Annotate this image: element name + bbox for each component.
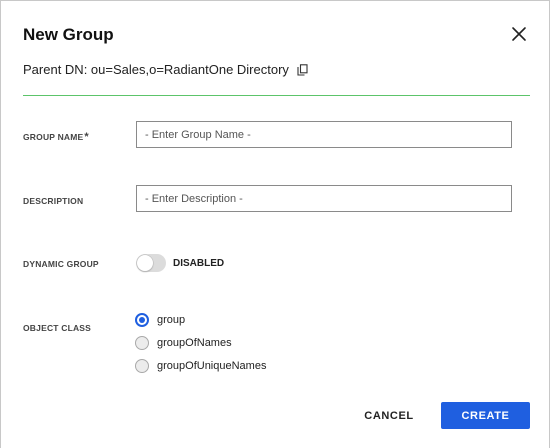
parent-dn-text: Parent DN: ou=Sales,o=RadiantOne Directo…	[23, 62, 289, 77]
radio-checked-icon	[135, 313, 149, 327]
group-name-label: GROUP NAME*	[23, 131, 89, 143]
radio-option-group-of-names[interactable]: groupOfNames	[135, 336, 232, 350]
description-label: DESCRIPTION	[23, 196, 84, 206]
close-button[interactable]	[508, 23, 530, 45]
dynamic-group-label: DYNAMIC GROUP	[23, 259, 99, 269]
header-divider	[23, 95, 530, 96]
copy-icon[interactable]	[297, 63, 308, 76]
object-class-label: OBJECT CLASS	[23, 323, 92, 333]
description-input[interactable]	[136, 185, 512, 212]
radio-label: groupOfNames	[157, 337, 232, 349]
parent-dn: Parent DN: ou=Sales,o=RadiantOne Directo…	[23, 62, 308, 77]
radio-option-group[interactable]: group	[135, 313, 185, 327]
create-button[interactable]: CREATE	[441, 402, 530, 429]
new-group-dialog: New Group Parent DN: ou=Sales,o=RadiantO…	[0, 0, 550, 448]
radio-label: group	[157, 314, 186, 326]
radio-option-group-of-unique-names[interactable]: groupOfUniqueNames	[135, 359, 266, 373]
toggle-knob	[137, 255, 153, 271]
group-name-input[interactable]	[136, 121, 512, 148]
dialog-title: New Group	[23, 25, 114, 44]
dynamic-group-toggle[interactable]	[136, 254, 166, 272]
radio-unchecked-icon	[135, 336, 149, 350]
radio-unchecked-icon	[135, 359, 149, 373]
close-icon	[512, 27, 526, 41]
cancel-button[interactable]: CANCEL	[353, 402, 425, 429]
required-mark: *	[84, 131, 89, 143]
dynamic-group-state: DISABLED	[173, 258, 225, 269]
radio-label: groupOfUniqueNames	[157, 360, 267, 372]
